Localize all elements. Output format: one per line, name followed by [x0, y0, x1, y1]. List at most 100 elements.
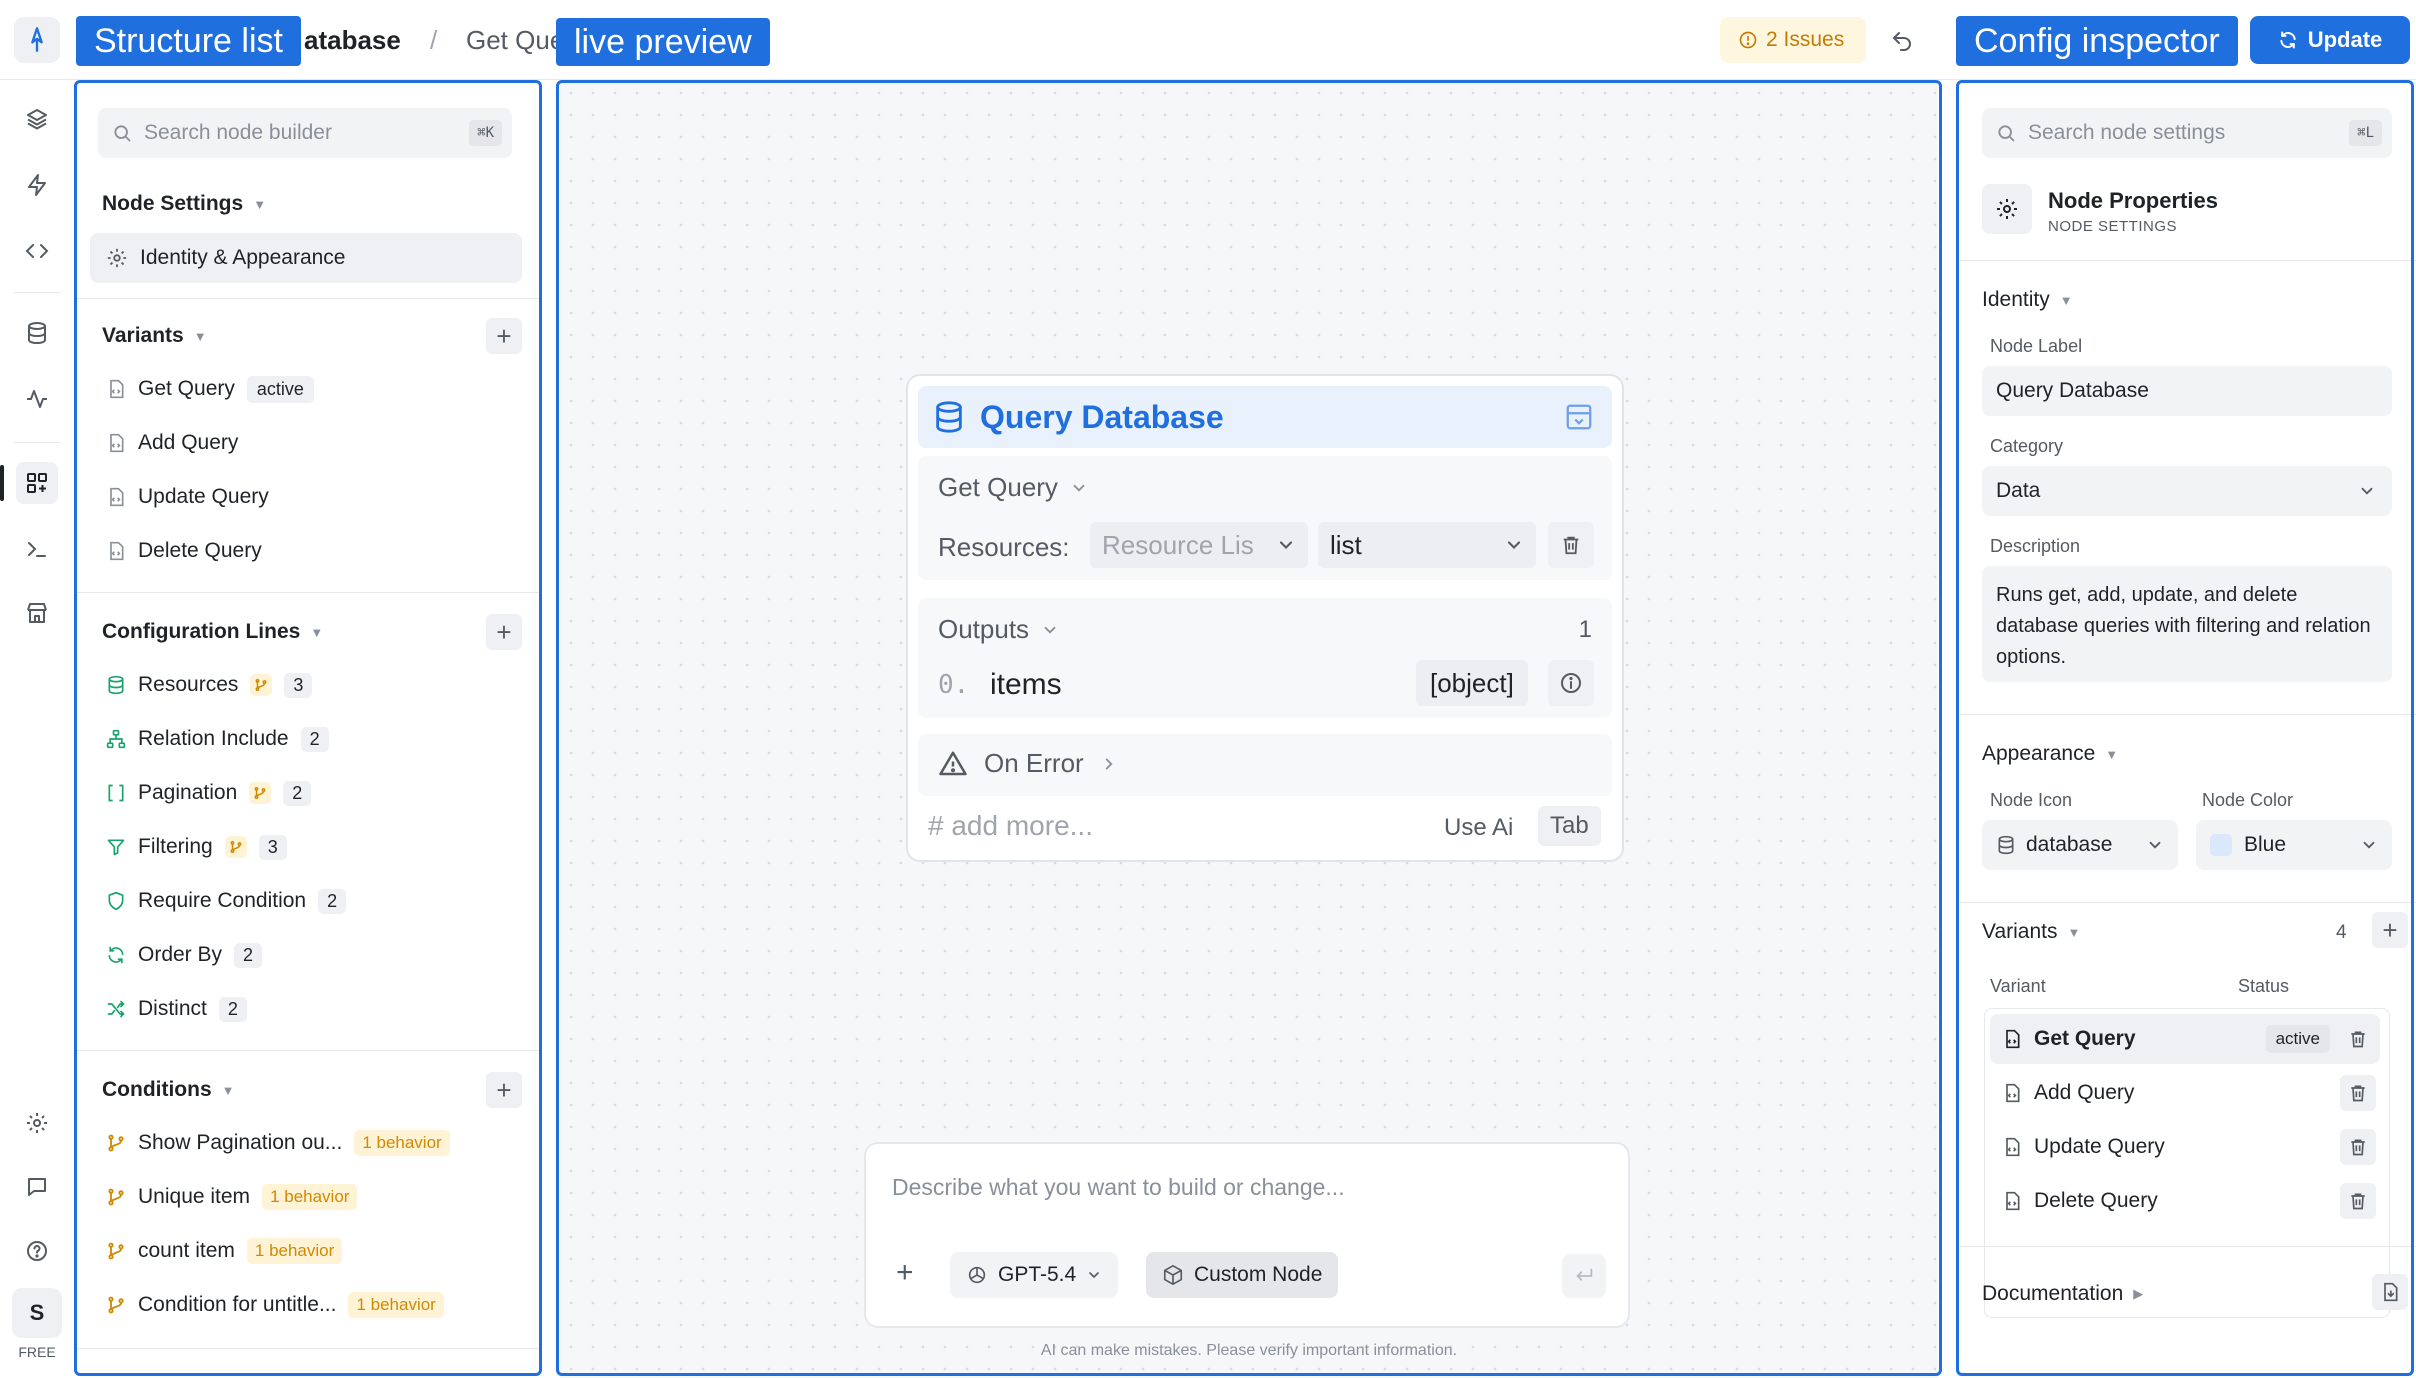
- variant-item[interactable]: Add Query: [90, 418, 522, 468]
- app-logo-icon[interactable]: [14, 17, 60, 63]
- node-header[interactable]: Query Database: [918, 386, 1612, 448]
- delete-variant-button[interactable]: [2340, 1075, 2376, 1111]
- model-selector[interactable]: GPT-5.4: [950, 1252, 1119, 1298]
- node-icon-select[interactable]: database: [1982, 820, 2178, 870]
- section-documentation[interactable]: Documentation ▶: [1982, 1282, 2143, 1306]
- rail-terminal[interactable]: [16, 528, 58, 570]
- config-line-item[interactable]: Order By 2: [90, 930, 522, 980]
- rail-settings[interactable]: [16, 1102, 58, 1144]
- node-builder-search[interactable]: Search node builder ⌘K: [98, 108, 512, 158]
- user-avatar[interactable]: S: [12, 1288, 62, 1338]
- variant-item[interactable]: Get Query active: [90, 364, 522, 414]
- branch-icon: [250, 674, 273, 696]
- section-appearance[interactable]: Appearance ▼: [1982, 742, 2118, 766]
- resources-select[interactable]: Resource Lis: [1090, 522, 1308, 568]
- refresh-icon: [108, 946, 124, 964]
- rail-activity[interactable]: [16, 378, 58, 420]
- download-docs-button[interactable]: [2372, 1274, 2408, 1310]
- delete-variant-button[interactable]: [2340, 1129, 2376, 1165]
- breadcrumb-node[interactable]: atabase: [304, 25, 401, 56]
- node-settings-search[interactable]: Search node settings ⌘L: [1982, 108, 2392, 158]
- config-line-item[interactable]: Filtering 3: [90, 822, 522, 872]
- undo-icon: [1892, 32, 1911, 51]
- attach-button[interactable]: +: [896, 1258, 914, 1288]
- branch-icon: [224, 836, 247, 858]
- condition-item[interactable]: Condition for untitle... 1 behavior: [90, 1280, 522, 1330]
- ai-chat-box[interactable]: Describe what you want to build or chang…: [864, 1142, 1630, 1328]
- variant-item[interactable]: Delete Query: [90, 526, 522, 576]
- chevron-down-icon: [1089, 1272, 1100, 1279]
- issues-button[interactable]: 2 Issues: [1720, 17, 1866, 63]
- section-variants[interactable]: Variants ▼: [102, 324, 207, 348]
- add-condition-button[interactable]: +: [486, 1072, 522, 1108]
- collapse-icon[interactable]: [1564, 402, 1594, 432]
- config-line-item[interactable]: Require Condition 2: [90, 876, 522, 926]
- preview-canvas[interactable]: Query Database Get Query Resources: Reso…: [560, 82, 1938, 1378]
- resources-mode-select[interactable]: list: [1318, 522, 1536, 568]
- branch-icon: [108, 1296, 124, 1314]
- config-line-item[interactable]: Resources 3: [90, 660, 522, 710]
- rail-help[interactable]: [16, 1230, 58, 1272]
- outputs-toggle[interactable]: Outputs: [938, 614, 1059, 645]
- rail-database[interactable]: [16, 312, 58, 354]
- condition-item[interactable]: count item 1 behavior: [90, 1226, 522, 1276]
- config-line-item[interactable]: Distinct 2: [90, 984, 522, 1034]
- node-label-input[interactable]: Query Database: [1982, 366, 2392, 416]
- section-variants[interactable]: Variants ▼: [1982, 920, 2080, 944]
- add-variant-button[interactable]: +: [2372, 912, 2408, 948]
- item-label: Update Query: [138, 485, 269, 508]
- on-error-toggle[interactable]: On Error: [938, 748, 1118, 779]
- section-node-settings[interactable]: Node Settings ▼: [102, 192, 266, 216]
- rail-store[interactable]: [16, 592, 58, 634]
- undo-button[interactable]: [1882, 21, 1922, 61]
- output-info-button[interactable]: [1548, 660, 1594, 706]
- on-error-block[interactable]: On Error: [918, 734, 1612, 796]
- update-button[interactable]: Update: [2250, 16, 2410, 64]
- rail-triggers[interactable]: [16, 164, 58, 206]
- node-card[interactable]: Query Database Get Query Resources: Reso…: [906, 374, 1624, 862]
- variant-item[interactable]: Update Query: [90, 472, 522, 522]
- variant-row[interactable]: Get Query active: [1990, 1014, 2380, 1064]
- rail-layers[interactable]: [16, 98, 58, 140]
- condition-item[interactable]: Show Pagination ou... 1 behavior: [90, 1118, 522, 1168]
- column-status: Status: [2238, 976, 2290, 996]
- node-color-select[interactable]: Blue: [2196, 820, 2392, 870]
- lightning-icon: [28, 174, 46, 196]
- mode-selector[interactable]: Custom Node: [1146, 1252, 1339, 1298]
- variant-row[interactable]: Update Query: [1990, 1122, 2380, 1172]
- item-identity-appearance[interactable]: Identity & Appearance: [90, 233, 522, 283]
- search-shortcut: ⌘L: [2349, 120, 2382, 146]
- delete-resource-button[interactable]: [1548, 522, 1594, 568]
- rail-code[interactable]: [16, 230, 58, 272]
- section-conditions[interactable]: Conditions ▼: [102, 1078, 235, 1102]
- description-textarea[interactable]: Runs get, add, update, and delete databa…: [1982, 566, 2392, 682]
- file-code-icon: [2006, 1029, 2020, 1049]
- config-line-item[interactable]: Relation Include 2: [90, 714, 522, 764]
- on-error-label: On Error: [984, 748, 1084, 778]
- variant-row[interactable]: Add Query: [1990, 1068, 2380, 1118]
- node-label-label: Node Label: [1990, 336, 2083, 356]
- breadcrumb-variant[interactable]: Get Que: [466, 25, 564, 56]
- rail-feedback[interactable]: [16, 1166, 58, 1208]
- tab-key-badge: Tab: [1538, 806, 1601, 846]
- rail-node-builder[interactable]: [16, 462, 58, 504]
- section-identity[interactable]: Identity ▼: [1982, 288, 2073, 312]
- condition-item[interactable]: Unique item 1 behavior: [90, 1172, 522, 1222]
- ai-disclaimer: AI can make mistakes. Please verify impo…: [1040, 1342, 1458, 1359]
- add-config-line-button[interactable]: +: [486, 614, 522, 650]
- section-title: Variants: [102, 324, 184, 347]
- delete-variant-button[interactable]: [2340, 1021, 2376, 1057]
- chat-input[interactable]: Describe what you want to build or chang…: [892, 1174, 1345, 1201]
- variant-row[interactable]: Delete Query: [1990, 1176, 2380, 1226]
- category-select[interactable]: Data: [1982, 466, 2392, 516]
- add-more-input[interactable]: # add more...: [928, 810, 1093, 842]
- send-button[interactable]: [1562, 1254, 1606, 1298]
- node-variant-selector[interactable]: Get Query: [938, 472, 1088, 503]
- section-configuration-lines[interactable]: Configuration Lines ▼: [102, 620, 323, 644]
- variants-count: 4: [2336, 922, 2347, 943]
- config-line-item[interactable]: Pagination 2: [90, 768, 522, 818]
- file-download-icon: [2384, 1282, 2398, 1302]
- delete-variant-button[interactable]: [2340, 1183, 2376, 1219]
- cube-icon: [1163, 1265, 1183, 1285]
- add-variant-button[interactable]: +: [486, 318, 522, 354]
